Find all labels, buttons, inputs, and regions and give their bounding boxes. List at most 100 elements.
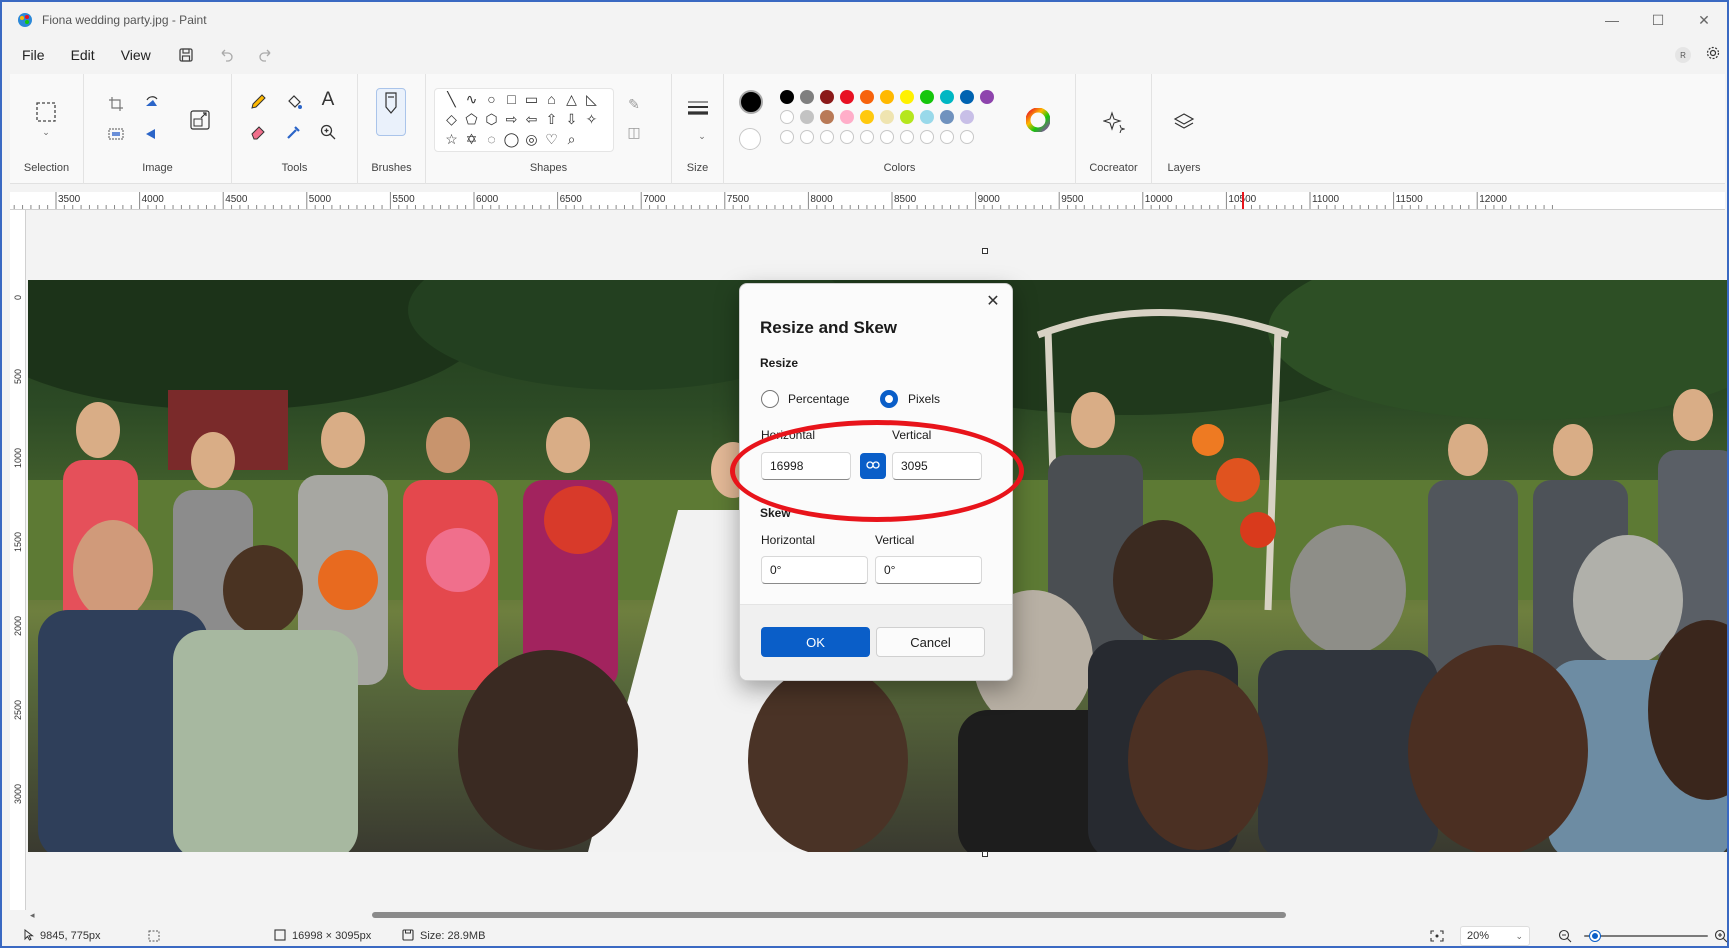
custom-color-slot[interactable]	[840, 130, 854, 144]
shape-option-icon[interactable]: □	[503, 89, 520, 109]
magnifier-icon[interactable]	[316, 120, 340, 144]
menu-file[interactable]: File	[22, 47, 45, 63]
shape-option-icon[interactable]: ∿	[463, 89, 480, 109]
color-swatch[interactable]	[780, 90, 794, 104]
custom-color-slot[interactable]	[920, 130, 934, 144]
dialog-close-icon[interactable]: ✕	[982, 290, 1004, 312]
shape-option-icon[interactable]: ⇧	[543, 109, 560, 129]
layers-icon[interactable]	[1172, 110, 1196, 134]
size-chevron-down-icon[interactable]: ⌄	[690, 124, 714, 148]
shape-option-icon[interactable]: ⌂	[543, 89, 560, 109]
custom-color-slot[interactable]	[800, 130, 814, 144]
flip-icon[interactable]	[140, 122, 164, 146]
shape-option-icon[interactable]: ◎	[523, 129, 540, 149]
color-swatch[interactable]	[880, 90, 894, 104]
color-swatch[interactable]	[780, 110, 794, 124]
stroke-size-icon[interactable]	[686, 96, 710, 120]
zoom-slider[interactable]	[1584, 922, 1708, 946]
color-swatch[interactable]	[960, 90, 974, 104]
selection-chevron-down-icon[interactable]: ⌄	[38, 126, 54, 138]
maintain-aspect-ratio-button[interactable]	[860, 453, 886, 479]
scroll-left-arrow-icon[interactable]: ◂	[30, 910, 35, 921]
color-swatch[interactable]	[920, 90, 934, 104]
image-select-icon[interactable]	[104, 122, 128, 146]
brush-selector-button[interactable]	[376, 88, 406, 136]
undo-icon[interactable]	[217, 46, 235, 64]
color-swatch[interactable]	[840, 90, 854, 104]
percentage-radio-label[interactable]: Percentage	[788, 392, 849, 406]
custom-color-slot[interactable]	[860, 130, 874, 144]
shape-option-icon[interactable]: ◯	[503, 129, 520, 149]
color-swatch[interactable]	[920, 110, 934, 124]
ok-button[interactable]: OK	[761, 627, 870, 657]
skew-horizontal-input[interactable]: 0°	[761, 556, 868, 584]
color-swatch[interactable]	[840, 110, 854, 124]
color-swatch[interactable]	[880, 110, 894, 124]
redo-icon[interactable]	[257, 46, 275, 64]
cancel-button[interactable]: Cancel	[876, 627, 985, 657]
shape-option-icon[interactable]: ⌕	[563, 129, 580, 149]
close-window-button[interactable]: ✕	[1681, 2, 1727, 38]
color-swatch[interactable]	[820, 90, 834, 104]
color-swatch[interactable]	[800, 90, 814, 104]
edit-colors-icon[interactable]	[1026, 108, 1050, 132]
fill-bucket-icon[interactable]	[282, 90, 306, 114]
shape-option-icon[interactable]: ◺	[583, 89, 600, 109]
menu-edit[interactable]: Edit	[71, 47, 95, 63]
rectangle-select-icon[interactable]	[34, 100, 58, 124]
zoom-slider-thumb[interactable]	[1589, 931, 1600, 941]
shape-option-icon[interactable]: ⇨	[503, 109, 520, 129]
color-swatch[interactable]	[940, 110, 954, 124]
primary-color-swatch[interactable]	[739, 90, 763, 114]
color-swatch[interactable]	[980, 90, 994, 104]
color-swatch[interactable]	[820, 110, 834, 124]
shape-option-icon[interactable]: ◇	[443, 109, 460, 129]
shape-option-icon[interactable]: △	[563, 89, 580, 109]
outline-icon[interactable]: ✎	[622, 92, 646, 116]
shape-option-icon[interactable]: ⇦	[523, 109, 540, 129]
shape-option-icon[interactable]: ▭	[523, 89, 540, 109]
custom-color-slot[interactable]	[780, 130, 794, 144]
skew-vertical-input[interactable]: 0°	[875, 556, 982, 584]
save-icon[interactable]	[177, 46, 195, 64]
menu-view[interactable]: View	[121, 47, 151, 63]
fill-icon[interactable]: ◫	[622, 120, 646, 144]
color-swatch[interactable]	[940, 90, 954, 104]
shape-option-icon[interactable]: ⬡	[483, 109, 500, 129]
shape-option-icon[interactable]: ○	[483, 89, 500, 109]
resize-handle-bottom[interactable]	[982, 851, 988, 857]
custom-color-slot[interactable]	[940, 130, 954, 144]
resize-handle-top[interactable]	[982, 248, 988, 254]
shape-option-icon[interactable]: ✡	[463, 129, 480, 149]
resize-image-icon[interactable]	[188, 108, 212, 132]
custom-color-slot[interactable]	[880, 130, 894, 144]
shape-option-icon[interactable]: ⬠	[463, 109, 480, 129]
zoom-out-icon[interactable]	[1558, 922, 1572, 946]
percentage-radio[interactable]	[761, 390, 779, 408]
shape-option-icon[interactable]: ⇩	[563, 109, 580, 129]
color-swatch[interactable]	[860, 110, 874, 124]
pencil-icon[interactable]	[246, 90, 270, 114]
color-swatch[interactable]	[900, 90, 914, 104]
fit-to-window-icon[interactable]	[1430, 922, 1444, 946]
shape-option-icon[interactable]: ╲	[443, 89, 460, 109]
color-swatch[interactable]	[800, 110, 814, 124]
horizontal-scrollbar[interactable]: ◂	[26, 910, 1727, 921]
minimize-button[interactable]: —	[1589, 2, 1635, 38]
color-swatch[interactable]	[900, 110, 914, 124]
resize-vertical-input[interactable]: 3095	[892, 452, 982, 480]
custom-color-slot[interactable]	[820, 130, 834, 144]
shape-option-icon[interactable]: ☆	[443, 129, 460, 149]
crop-icon[interactable]	[104, 92, 128, 116]
settings-gear-icon[interactable]	[1705, 45, 1721, 66]
pixels-radio[interactable]	[880, 390, 898, 408]
maximize-button[interactable]: ☐	[1635, 2, 1681, 38]
color-swatch[interactable]	[860, 90, 874, 104]
zoom-select[interactable]: 20% ⌄	[1460, 926, 1530, 946]
custom-color-slot[interactable]	[960, 130, 974, 144]
pixels-radio-label[interactable]: Pixels	[908, 392, 940, 406]
custom-color-slot[interactable]	[900, 130, 914, 144]
zoom-in-icon[interactable]	[1714, 922, 1727, 946]
color-picker-icon[interactable]	[282, 120, 306, 144]
account-avatar[interactable]: R	[1675, 47, 1691, 63]
